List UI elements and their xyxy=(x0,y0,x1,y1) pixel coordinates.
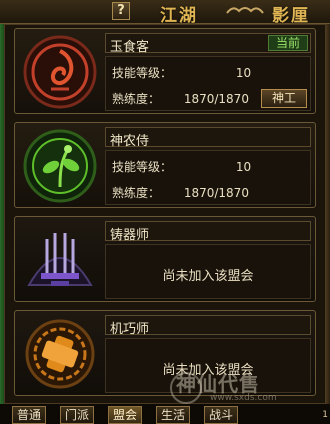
weapon-forge-icon xyxy=(27,233,93,286)
skill-level-row: 技能等级： 10 xyxy=(112,158,251,175)
help-button[interactable]: ? xyxy=(112,2,130,20)
profession-name: 神农侍 xyxy=(110,134,150,149)
proficiency-label: 熟练度： xyxy=(112,186,161,200)
tab-shadow[interactable]: 影厘 xyxy=(272,1,310,26)
current-badge: 当前 xyxy=(268,35,308,51)
profession-info: 技能等级： 10 熟练度： 1870/1870 神工 xyxy=(105,56,311,111)
skill-level-value: 10 xyxy=(235,160,252,174)
profession-info: 尚未加入该盟会 xyxy=(105,244,311,299)
gear-cross-icon xyxy=(25,319,95,389)
tab-page-number: 1 xyxy=(322,410,328,420)
profession-panel-shennongshi: 神农侍 技能等级： 10 熟练度： 1870/1870 xyxy=(14,122,316,208)
skill-level-row: 技能等级： 10 xyxy=(112,64,251,81)
profession-name-bar: 玉食客 当前 xyxy=(105,33,311,55)
profession-name: 玉食客 xyxy=(110,40,150,55)
profession-panel-jiqiaoshi: 机巧师 尚未加入该盟会 xyxy=(14,310,316,396)
tab-battle[interactable]: 战斗 xyxy=(204,406,239,424)
profession-panel-yushike: 玉食客 当前 技能等级： 10 熟练度： 1870/1870 神工 xyxy=(14,28,316,114)
proficiency-row: 熟练度： 1870/1870 xyxy=(112,184,249,201)
not-joined-text: 尚未加入该盟会 xyxy=(162,269,254,284)
flame-swirl-icon xyxy=(23,35,97,109)
skill-level-label: 技能等级： xyxy=(112,160,173,174)
bottom-tab-bar: 普通 门派 盟会 生活 战斗 1 xyxy=(12,404,330,424)
tab-normal[interactable]: 普通 xyxy=(12,406,47,424)
tab-sect[interactable]: 门派 xyxy=(60,406,95,424)
proficiency-value: 1870/1870 xyxy=(183,186,249,200)
profession-name-bar: 铸器师 xyxy=(105,221,311,243)
tab-alliance[interactable]: 盟会 xyxy=(108,406,143,424)
proficiency-value: 1870/1870 xyxy=(183,92,249,106)
profession-info: 技能等级： 10 熟练度： 1870/1870 xyxy=(105,150,311,205)
proficiency-label: 熟练度： xyxy=(112,92,161,106)
profession-name-bar: 神农侍 xyxy=(105,127,311,149)
skill-level-value: 10 xyxy=(235,66,252,80)
proficiency-row: 熟练度： 1870/1870 xyxy=(112,90,249,107)
cloud-ornament-icon xyxy=(225,3,265,19)
tab-jianghu[interactable]: 江湖 xyxy=(160,1,198,26)
top-bar: ? 江湖 影厘 xyxy=(0,0,330,26)
skill-level-label: 技能等级： xyxy=(112,66,173,80)
watermark-url: www.sxds.com xyxy=(210,393,277,403)
profession-panel-zhuqishi: 铸器师 尚未加入该盟会 xyxy=(14,216,316,302)
shengong-button[interactable]: 神工 xyxy=(261,89,307,108)
profession-name-bar: 机巧师 xyxy=(105,315,311,337)
herb-leaf-icon xyxy=(23,129,97,203)
profession-name: 机巧师 xyxy=(110,322,150,337)
tab-life[interactable]: 生活 xyxy=(156,406,191,424)
profession-name: 铸器师 xyxy=(110,228,150,243)
